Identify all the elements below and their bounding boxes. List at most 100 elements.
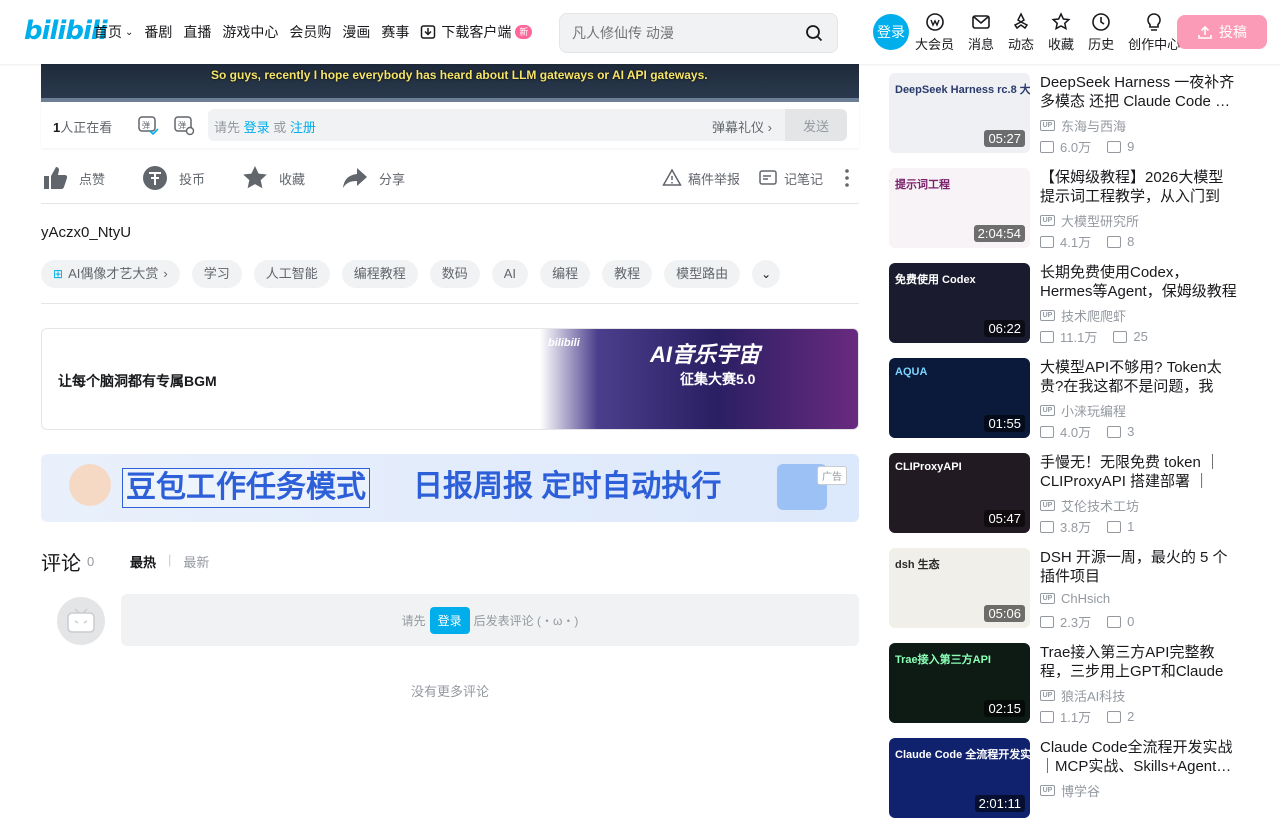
nav-anime[interactable]: 番剧 <box>144 22 172 42</box>
recommended-video-card[interactable]: CLIProxyAPI 05:47 手慢无！无限免费 token ｜ CLIProx… <box>889 453 1249 535</box>
nav-live[interactable]: 直播 <box>183 22 211 42</box>
notes-button[interactable]: 记笔记 <box>758 168 823 188</box>
header-favorite[interactable]: 收藏 <box>1048 12 1074 53</box>
video-author[interactable]: UP 小涞玩编程 <box>1040 401 1126 420</box>
video-thumbnail[interactable]: AQUA 01:55 <box>889 358 1030 438</box>
ad-banner[interactable]: 豆包工作任务模式 日报周报 定时自动执行 广告 <box>41 454 859 522</box>
video-title[interactable]: DSH 开源一周，最火的 5 个插件项目 <box>1040 548 1238 586</box>
video-title[interactable]: Trae接入第三方API完整教程，三步用上GPT和Claude模型 <box>1040 643 1238 681</box>
danmaku-etiquette-link[interactable]: 弹幕礼仪 › <box>712 117 772 136</box>
video-thumbnail[interactable]: 免费使用 Codex 06:22 <box>889 263 1030 343</box>
nav-manga[interactable]: 漫画 <box>342 22 370 42</box>
danmaku-register-link[interactable]: 注册 <box>290 120 316 135</box>
recommended-video-card[interactable]: AQUA 01:55 大模型API不够用? Token太贵?在我这都不是问题，我做…… <box>889 358 1249 440</box>
danmaku-settings-icon[interactable]: 弹 <box>173 114 195 136</box>
video-thumbnail[interactable]: DeepSeek Harness rc.8 大更新 05:27 <box>889 73 1030 153</box>
recommended-video-card[interactable]: Claude Code 全流程开发实战 2:01:11 Claude Code全流程… <box>889 738 1249 820</box>
author-name[interactable]: 博学谷 <box>1061 781 1100 800</box>
thumbnail-text: CLIProxyAPI <box>895 461 962 473</box>
header-vip[interactable]: 大会员 <box>915 12 954 53</box>
video-author[interactable]: UP 技术爬爬虾 <box>1040 306 1126 325</box>
activity-banner[interactable]: 让每个脑洞都有专属BGM bilibili AI音乐宇宙 征集大赛5.0 <box>41 328 859 430</box>
video-thumbnail[interactable]: Trae接入第三方API 02:15 <box>889 643 1030 723</box>
danmaku-toggle-icon[interactable]: 弹 <box>137 114 159 136</box>
download-client-label[interactable]: 下载客户端 <box>441 22 511 42</box>
coin-button[interactable]: 投币 <box>141 164 205 192</box>
nav-member-shop[interactable]: 会员购 <box>289 22 331 42</box>
author-name[interactable]: 小涞玩编程 <box>1061 401 1126 420</box>
video-author[interactable]: UP 博学谷 <box>1040 781 1100 800</box>
author-name[interactable]: 大模型研究所 <box>1061 211 1139 230</box>
tags-expand-button[interactable]: ⌄ <box>752 260 781 288</box>
nav-esports[interactable]: 赛事 <box>381 22 409 42</box>
recommended-video-card[interactable]: DeepSeek Harness rc.8 大更新05:27 DeepSeek H… <box>889 73 1249 155</box>
video-player[interactable]: So guys, recently I hope everybody has h… <box>41 64 859 102</box>
header-history[interactable]: 历史 <box>1088 12 1114 53</box>
upload-button[interactable]: 投稿 <box>1177 15 1267 49</box>
search-input[interactable] <box>572 22 792 44</box>
header-creator[interactable]: 创作中心 <box>1128 12 1180 53</box>
author-name[interactable]: 艾伦技术工坊 <box>1061 496 1139 515</box>
tag-item[interactable]: 人工智能 <box>253 260 330 288</box>
danmaku-login-link[interactable]: 登录 <box>244 120 270 135</box>
video-title[interactable]: Claude Code全流程开发实战｜MCP实战、Skills+Agent… <box>1040 738 1238 776</box>
recommended-video-card[interactable]: 提示词工程 2:04:54 【保姆级教程】2026大模型提示词工程教学，从入门到实…… <box>889 168 1249 250</box>
video-title[interactable]: 大模型API不够用? Token太贵?在我这都不是问题，我做… <box>1040 358 1238 396</box>
author-name[interactable]: 狼活AI科技 <box>1061 686 1125 705</box>
tag-item[interactable]: 模型路由 <box>664 260 741 288</box>
danmaku-bar: 1人正在看 弹 弹 请先 登录 或 注册 弹幕礼仪 › 发送 <box>41 102 859 148</box>
danmaku-send-button[interactable]: 发送 <box>785 109 847 141</box>
nav-home[interactable]: 首页 ⌄ <box>94 22 133 42</box>
video-author[interactable]: UP 艾伦技术工坊 <box>1040 496 1139 515</box>
video-thumbnail[interactable]: Claude Code 全流程开发实战 2:01:11 <box>889 738 1030 818</box>
nav-game-center[interactable]: 游戏中心 <box>222 22 278 42</box>
video-title[interactable]: 长期免费使用Codex，Hermes等Agent，保姆级教程 <box>1040 263 1238 301</box>
danmaku-count: 1 <box>1127 519 1135 534</box>
tag-item[interactable]: AI <box>491 260 529 288</box>
video-title[interactable]: 【保姆级教程】2026大模型提示词工程教学，从入门到实… <box>1040 168 1238 206</box>
recommended-video-card[interactable]: dsh 生态 05:06 DSH 开源一周，最火的 5 个插件项目 UP ChHsich… <box>889 548 1249 630</box>
tag-item[interactable]: 学习 <box>191 260 242 288</box>
like-button[interactable]: 点赞 <box>41 164 105 192</box>
history-icon <box>1092 13 1110 31</box>
video-subtitle: So guys, recently I hope everybody has h… <box>211 68 708 82</box>
video-title[interactable]: 手慢无！无限免费 token ｜ CLIProxyAPI 搭建部署 ｜ 无… <box>1040 453 1238 491</box>
tag-item[interactable]: 编程 <box>540 260 591 288</box>
video-author[interactable]: UP 东海与西海 <box>1040 116 1126 135</box>
download-client[interactable]: 下载客户端 新 <box>420 22 533 42</box>
tag-activity[interactable]: ⊞ AI偶像才艺大赏 › <box>41 260 180 288</box>
report-button[interactable]: 稿件举报 <box>662 168 740 188</box>
up-icon: UP <box>1040 500 1055 511</box>
header-message[interactable]: 消息 <box>968 12 994 53</box>
sort-hot[interactable]: 最热 <box>130 552 156 571</box>
search-icon[interactable] <box>805 24 823 42</box>
video-author[interactable]: UP 大模型研究所 <box>1040 211 1139 230</box>
comment-login-button[interactable]: 登录 <box>429 606 470 634</box>
danmaku-input[interactable]: 请先 登录 或 注册 弹幕礼仪 › <box>208 109 847 141</box>
recommended-video-card[interactable]: Trae接入第三方API 02:15 Trae接入第三方API完整教程，三步用上GP… <box>889 643 1249 725</box>
video-author[interactable]: UP 狼活AI科技 <box>1040 686 1125 705</box>
danmaku-count: 8 <box>1127 234 1135 249</box>
author-name[interactable]: 东海与西海 <box>1061 116 1126 135</box>
video-title[interactable]: DeepSeek Harness 一夜补齐多模态 还把 Claude Code … <box>1040 73 1238 111</box>
favorite-button[interactable]: 收藏 <box>241 164 305 192</box>
more-options-icon[interactable] <box>839 168 855 188</box>
nav-home-label[interactable]: 首页 <box>94 22 122 42</box>
tag-item[interactable]: 教程 <box>602 260 653 288</box>
login-avatar-button[interactable]: 登录 <box>873 14 909 50</box>
recommended-video-card[interactable]: 免费使用 Codex 06:22 长期免费使用Codex，Hermes等Agent，… <box>889 263 1249 345</box>
header-dynamic[interactable]: 动态 <box>1008 12 1034 53</box>
comments-count: 0 <box>87 554 95 569</box>
video-thumbnail[interactable]: CLIProxyAPI 05:47 <box>889 453 1030 533</box>
video-author[interactable]: UP ChHsich <box>1040 591 1110 606</box>
author-name[interactable]: ChHsich <box>1061 591 1110 606</box>
tag-item[interactable]: 编程教程 <box>341 260 418 288</box>
comment-input[interactable]: 请先 登录 后发表评论 (・ω・) <box>121 594 859 646</box>
tag-item[interactable]: 数码 <box>429 260 480 288</box>
sort-new[interactable]: 最新 <box>183 552 209 571</box>
video-thumbnail[interactable]: 提示词工程 2:04:54 <box>889 168 1030 248</box>
author-name[interactable]: 技术爬爬虾 <box>1061 306 1126 325</box>
video-thumbnail[interactable]: dsh 生态 05:06 <box>889 548 1030 628</box>
dynamic-icon <box>1013 12 1029 30</box>
share-button[interactable]: 分享 <box>341 164 405 192</box>
